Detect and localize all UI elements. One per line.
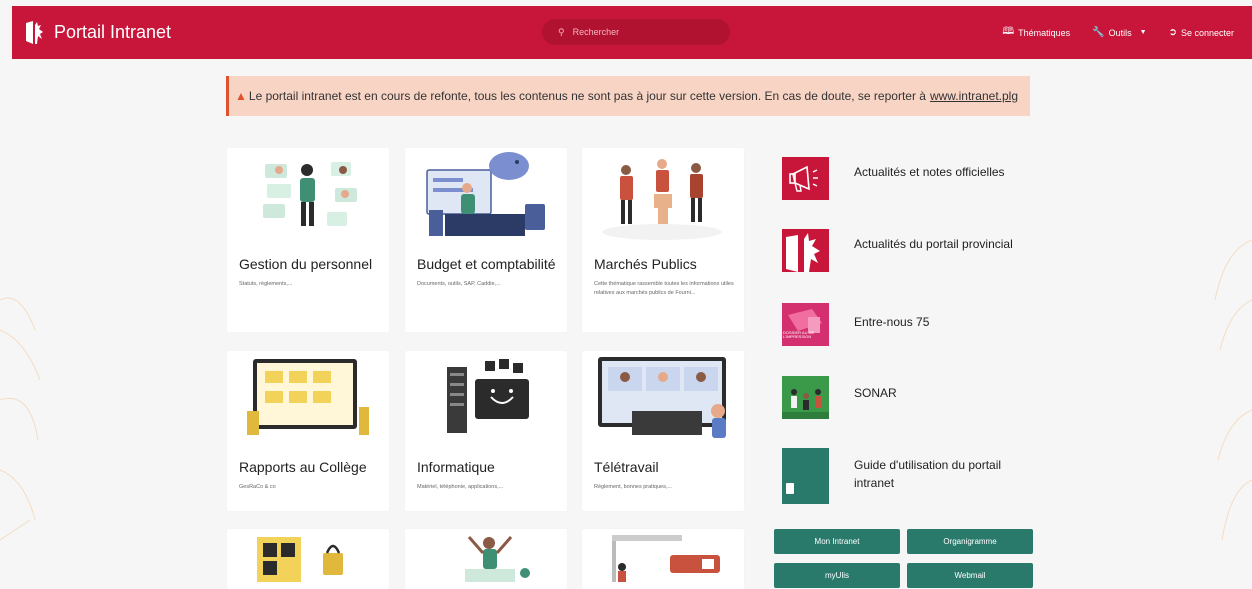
- reports-illustration: [247, 359, 369, 435]
- search-box[interactable]: ⚲: [542, 19, 730, 45]
- link-label: SONAR: [854, 386, 897, 400]
- card-description: GesRaCo & co: [239, 484, 276, 490]
- card-row3-2[interactable]: [405, 529, 567, 589]
- card-title: Rapports au Collège: [239, 459, 367, 475]
- link-guide-utilisation[interactable]: Guide d'utilisation du portail intranet: [782, 448, 1001, 504]
- card-gestion-personnel[interactable]: Gestion du personnel Statuts, règlements…: [227, 148, 389, 332]
- card-teletravail[interactable]: Télétravail Règlement, bonnes pratiques,…: [582, 351, 744, 511]
- card-row3-3[interactable]: [582, 529, 744, 589]
- group-meeting-icon: [782, 376, 829, 419]
- top-navigation-bar: Portail Intranet ⚲ 🕮 Thématiques 🔧 Outil…: [12, 6, 1252, 59]
- magazine-cover: DOSSIER AU DE L'IMPRESSION: [782, 303, 829, 346]
- remote-work-illustration: [598, 357, 726, 438]
- nav-login-label: Se connecter: [1180, 27, 1234, 38]
- search-icon: ⚲: [558, 26, 565, 37]
- card-rapports-college[interactable]: Rapports au Collège GesRaCo & co: [227, 351, 389, 511]
- procurement-illustration: [602, 159, 722, 240]
- link-label: Actualités et notes officielles: [854, 165, 1005, 179]
- warning-icon: ▲: [235, 89, 247, 103]
- myulis-button[interactable]: myUlis: [774, 563, 900, 588]
- province-logo-icon: [26, 20, 43, 44]
- card-title: Télétravail: [594, 459, 659, 475]
- brand[interactable]: Portail Intranet: [24, 20, 171, 46]
- card-informatique[interactable]: Informatique Matériel, téléphonie, appli…: [405, 351, 567, 511]
- chevron-down-icon: ▼: [1139, 29, 1147, 36]
- alert-text: Le portail intranet est en cours de refo…: [248, 89, 926, 103]
- card-title: Informatique: [417, 459, 495, 475]
- nav-outils-label: Outils: [1108, 27, 1132, 38]
- nav-outils[interactable]: 🔧 Outils ▼: [1092, 27, 1146, 38]
- card-description: Règlement, bonnes pratiques,...: [594, 484, 672, 490]
- search-input[interactable]: [570, 26, 725, 38]
- document-icon: [782, 448, 829, 504]
- celebration-illustration: [465, 536, 530, 582]
- organigramme-button[interactable]: Organigramme: [907, 529, 1033, 554]
- nav-thematiques-label: Thématiques: [1018, 27, 1071, 38]
- card-row3-1[interactable]: [227, 529, 389, 589]
- link-actualites-notes[interactable]: Actualités et notes officielles: [782, 157, 1005, 200]
- card-title: Gestion du personnel: [239, 256, 373, 272]
- link-label: Entre-nous 75: [854, 315, 930, 329]
- link-sonar[interactable]: SONAR: [782, 376, 897, 419]
- card-title: Budget et comptabilité: [417, 256, 556, 272]
- card-title: Marchés Publics: [594, 256, 697, 272]
- magazine-cover-text: DOSSIER AU DE L'IMPRESSION: [783, 330, 815, 340]
- card-marches-publics[interactable]: Marchés Publics Cette thématique rassemb…: [582, 148, 744, 332]
- nav-thematiques[interactable]: 🕮 Thématiques: [1002, 24, 1070, 41]
- refonte-alert: ▲ Le portail intranet est en cours de re…: [226, 76, 1030, 116]
- link-label: Guide d'utilisation du portail intranet: [854, 458, 1002, 490]
- mon-intranet-button[interactable]: Mon Intranet: [774, 529, 900, 554]
- header-nav: 🕮 Thématiques 🔧 Outils ▼ ➲ Se connecter: [1002, 6, 1234, 59]
- card-budget-comptabilite[interactable]: Budget et comptabilité Documents, outils…: [405, 148, 567, 332]
- wrench-icon: 🔧: [1092, 27, 1105, 38]
- intranet-link[interactable]: www.intranet.plg: [930, 89, 1018, 103]
- card-description: Statuts, règlements,...: [239, 281, 293, 287]
- link-actualites-portail[interactable]: Actualités du portail provincial: [782, 229, 1013, 272]
- book-icon: 🕮: [1002, 26, 1015, 37]
- webmail-button[interactable]: Webmail: [907, 563, 1033, 588]
- brand-title: Portail Intranet: [54, 22, 172, 42]
- link-label: Actualités du portail provincial: [854, 237, 1013, 251]
- card-description: Matériel, téléphonie, applications,...: [417, 484, 504, 490]
- transport-illustration: [612, 535, 720, 582]
- it-illustration: [447, 359, 529, 433]
- security-illustration: [257, 537, 343, 582]
- megaphone-icon: [782, 157, 829, 200]
- budget-illustration: [426, 152, 545, 236]
- nav-login[interactable]: ➲ Se connecter: [1169, 27, 1234, 38]
- card-description: Documents, outils, SAP, Caddie,...: [417, 281, 501, 287]
- hr-illustration: [263, 162, 357, 226]
- card-description: Cette thématique rassemble toutes les in…: [594, 281, 734, 296]
- province-logo-icon: [782, 229, 829, 272]
- login-icon: ➲: [1168, 27, 1177, 38]
- link-entre-nous[interactable]: DOSSIER AU DE L'IMPRESSION Entre-nous 75: [782, 303, 929, 346]
